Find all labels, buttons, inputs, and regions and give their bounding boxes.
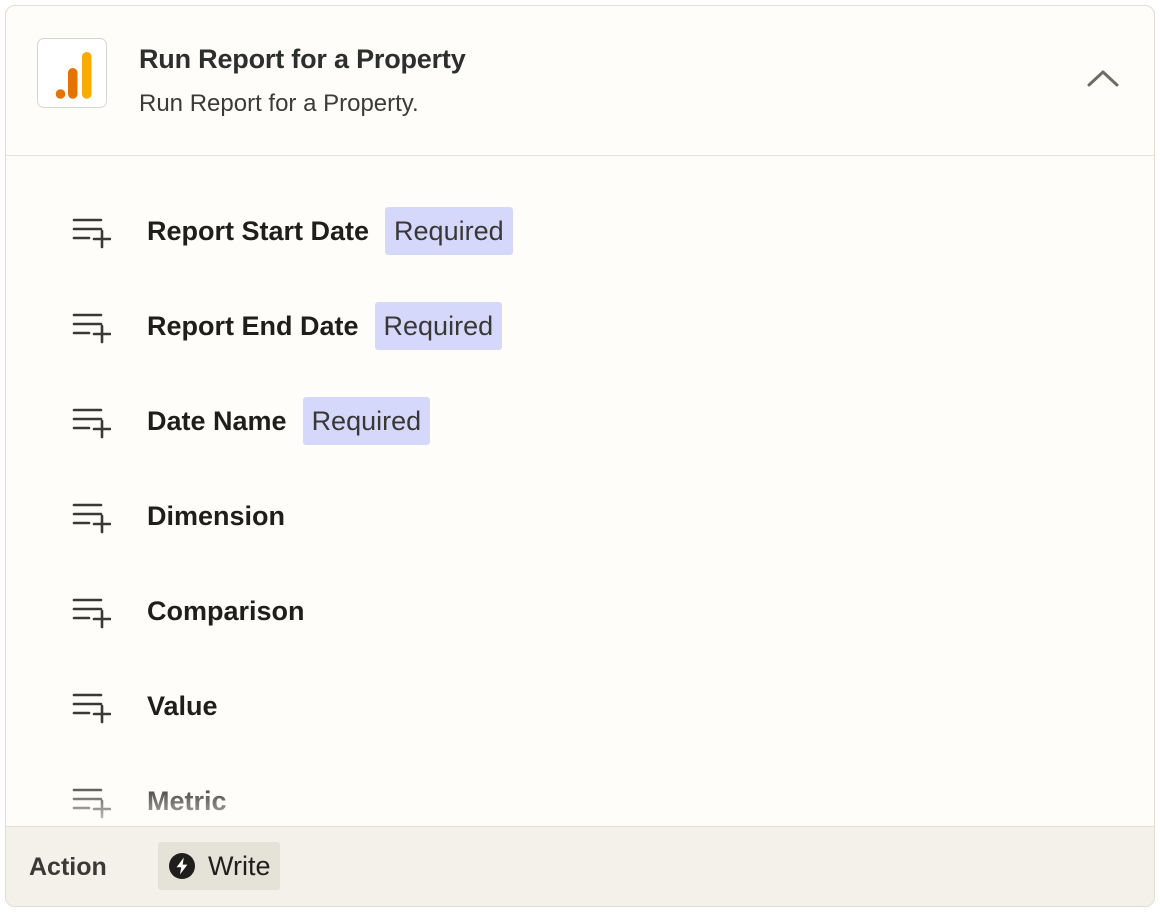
write-badge: Write [158, 842, 280, 890]
field-list: Report Start Date Required Report End Da… [6, 156, 1154, 826]
field-label: Comparison [147, 595, 305, 626]
field-label: Value [147, 690, 218, 721]
chevron-up-icon [1087, 70, 1119, 87]
field-row-dimension[interactable]: Dimension [6, 481, 1154, 551]
field-row-metric[interactable]: Metric [6, 766, 1154, 826]
bolt-icon [169, 853, 195, 879]
required-badge: Required [302, 397, 431, 445]
field-row-report-start-date[interactable]: Report Start Date Required [6, 196, 1154, 266]
add-field-icon [72, 503, 111, 534]
step-header[interactable]: Run Report for a Property Run Report for… [6, 6, 1154, 156]
required-badge: Required [374, 302, 503, 350]
add-field-icon [72, 408, 111, 439]
add-field-icon [72, 313, 111, 344]
add-field-icon [72, 693, 111, 724]
field-row-report-end-date[interactable]: Report End Date Required [6, 291, 1154, 361]
google-analytics-logo [37, 38, 107, 108]
write-label: Write [208, 850, 271, 881]
field-row-value[interactable]: Value [6, 671, 1154, 741]
collapse-button[interactable] [1084, 62, 1122, 92]
add-field-icon [72, 218, 111, 249]
field-row-comparison[interactable]: Comparison [6, 576, 1154, 646]
field-label: Date Name [147, 405, 287, 436]
step-subtitle: Run Report for a Property. [139, 90, 419, 117]
step-title: Run Report for a Property [139, 44, 466, 74]
step-type-label: Action [29, 853, 107, 881]
field-label: Report Start Date [147, 215, 370, 246]
field-row-date-name[interactable]: Date Name Required [6, 386, 1154, 456]
field-label: Dimension [147, 500, 286, 531]
add-field-icon [72, 788, 111, 819]
add-field-icon [72, 598, 111, 629]
field-label: Report End Date [147, 310, 359, 341]
field-label: Metric [147, 785, 227, 816]
step-footer: Action Write [6, 826, 1154, 906]
action-step-card: Run Report for a Property Run Report for… [5, 5, 1155, 907]
required-badge: Required [385, 207, 513, 255]
